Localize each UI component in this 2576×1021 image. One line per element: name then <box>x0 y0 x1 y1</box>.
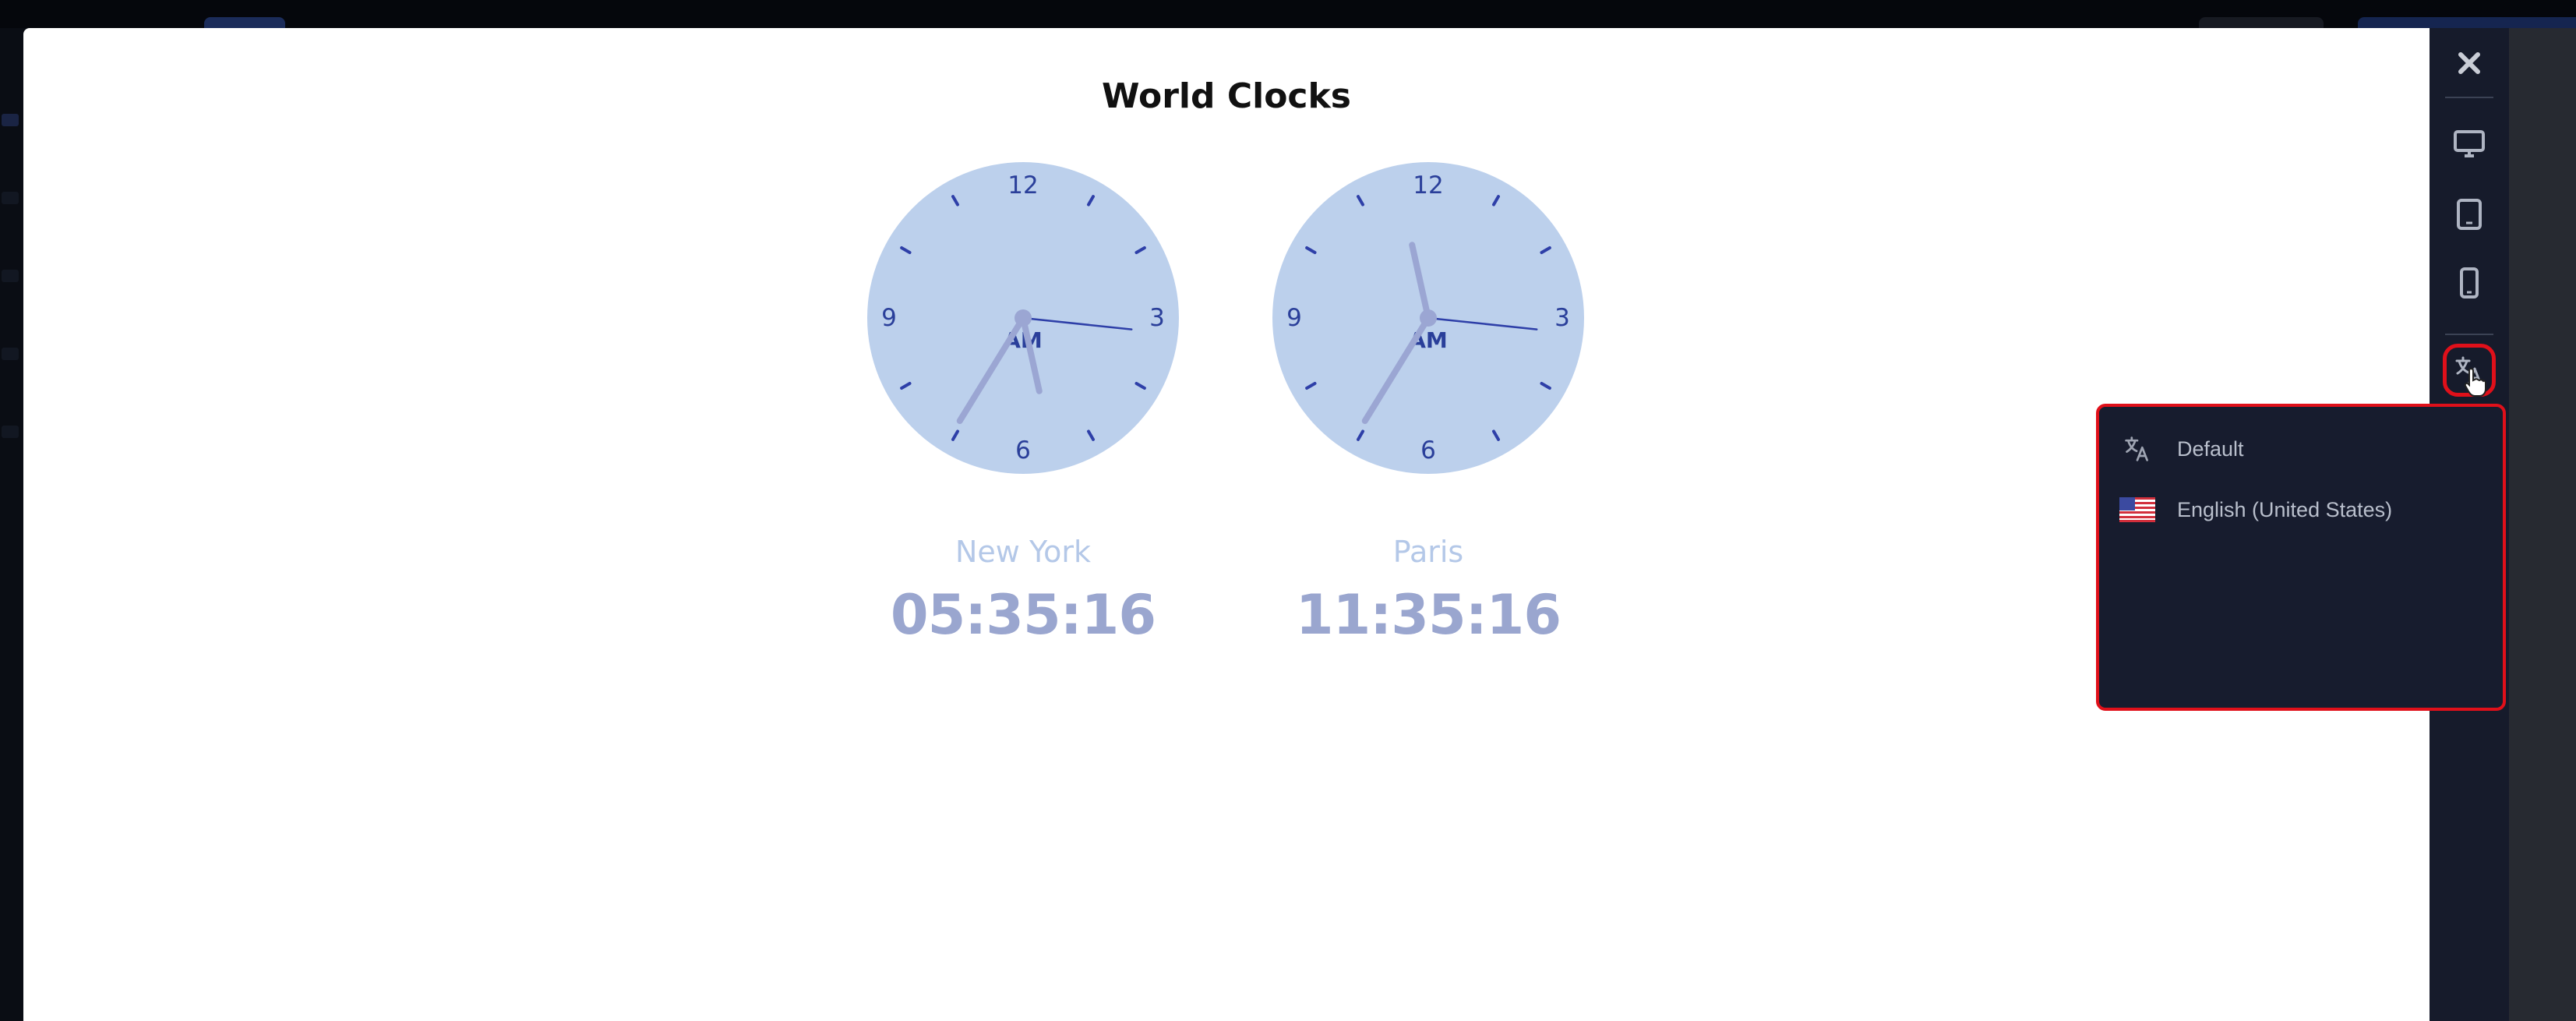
background-sidebar-item <box>2 270 19 282</box>
clock-center-pin <box>1420 309 1437 327</box>
language-option-label: English (United States) <box>2177 497 2393 521</box>
us-flag-icon <box>2119 496 2155 523</box>
language-dropdown: Default English (United States) <box>2096 404 2506 711</box>
analog-clock: 12369AM <box>1272 162 1584 474</box>
clock-city: Paris <box>1392 535 1464 569</box>
clock-number: 12 <box>1413 171 1443 200</box>
clock-number: 6 <box>1420 436 1436 465</box>
modal-title: World Clocks <box>1102 76 1351 116</box>
clock-number: 3 <box>1554 304 1570 332</box>
clock-number: 12 <box>1007 171 1038 200</box>
world-clocks-modal: World Clocks 12 3 6 9 AM New York 05:35:16 1… <box>23 28 2430 1021</box>
hand-cursor-icon <box>2464 367 2486 397</box>
translate-icon <box>2119 436 2155 462</box>
background-sidebar-item <box>2 348 19 360</box>
close-button[interactable] <box>2447 41 2492 86</box>
clock-number: 6 <box>1015 436 1031 465</box>
tablet-view-button[interactable] <box>2447 192 2492 237</box>
clock-city: New York <box>955 535 1091 569</box>
background-right-panel <box>2509 28 2576 1021</box>
analog-clock: 12369AM <box>867 162 1179 474</box>
language-option-en-us[interactable]: English (United States) <box>2119 488 2392 532</box>
background-sidebar-item <box>2 426 19 438</box>
close-icon <box>2458 52 2480 74</box>
clock-digital-time: 05:35:16 <box>890 583 1156 647</box>
clock-number: 9 <box>881 304 897 332</box>
clock-paris: 12 3 6 9 AM Paris 11:35:16 <box>1272 162 1584 661</box>
mobile-view-button[interactable] <box>2447 260 2492 306</box>
language-option-label: Default <box>2177 436 2244 461</box>
background-sidebar <box>0 28 23 1021</box>
language-option-default[interactable]: Default <box>2119 427 2244 471</box>
clock-digital-time: 11:35:16 <box>1295 583 1561 647</box>
background-sidebar-item <box>2 114 19 126</box>
toolbar-divider <box>2445 334 2493 335</box>
tablet-icon <box>2457 199 2482 230</box>
desktop-view-button[interactable] <box>2447 122 2492 167</box>
clock-number: 9 <box>1286 304 1302 332</box>
phone-icon <box>2460 267 2479 299</box>
clock-new-york: 12 3 6 9 AM New York 05:35:16 <box>867 162 1179 661</box>
toolbar-divider <box>2445 97 2493 98</box>
background-topbar <box>0 0 2576 28</box>
monitor-icon <box>2454 130 2485 157</box>
clock-number: 3 <box>1149 304 1165 332</box>
background-sidebar-item <box>2 192 19 204</box>
clock-center-pin <box>1015 309 1032 327</box>
